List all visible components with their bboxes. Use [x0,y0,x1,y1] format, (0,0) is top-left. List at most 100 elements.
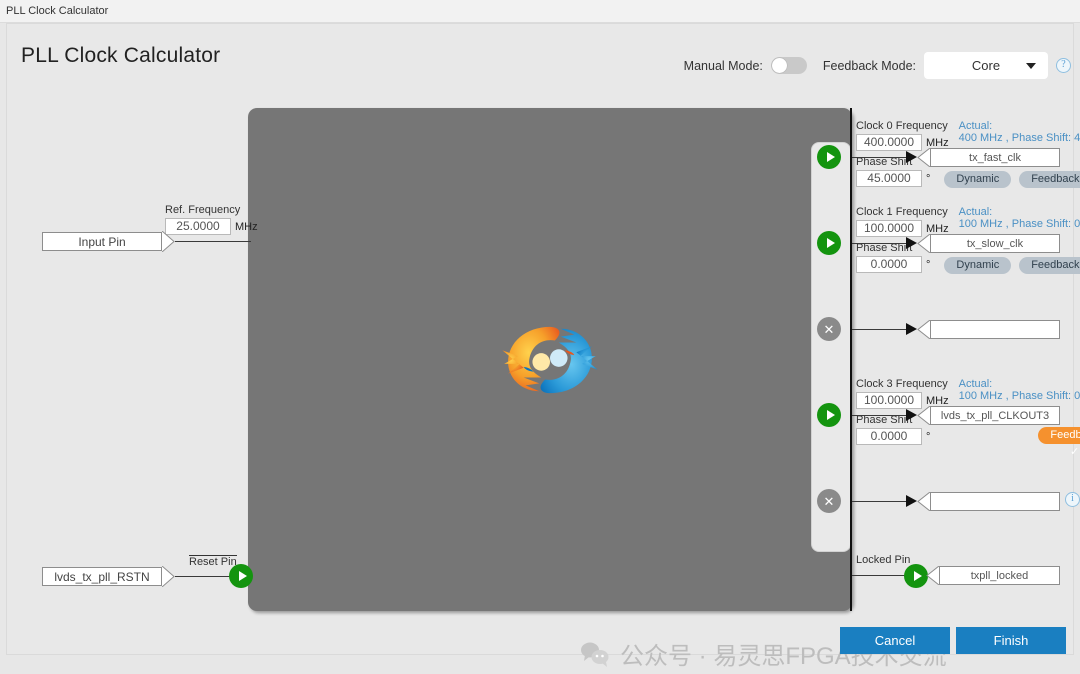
clock-3-enable-toggle[interactable] [817,403,841,427]
input-pin-label[interactable]: Input Pin [42,232,162,251]
locked-pin-label-group: Locked Pin [856,554,910,566]
clock-1-frequency-unit: MHz [926,223,949,235]
clock-1-actual-label: Actual: [959,206,1080,218]
clock-0-wire [852,157,908,158]
locked-output-pin[interactable]: txpll_locked [926,566,1060,585]
efinix-logo-icon [496,321,604,399]
clock-0-dynamic-button[interactable]: Dynamic [944,171,1011,188]
clock-0-enable-toggle[interactable] [817,145,841,169]
clock-4-wire [852,501,908,502]
play-icon [827,152,835,162]
clock-3-wire [852,415,908,416]
chevron-down-icon [1026,63,1036,69]
clock-2-pin-name[interactable] [930,320,1060,339]
manual-mode-label: Manual Mode: [684,59,763,73]
close-icon: ✕ [824,495,835,508]
input-wire [175,241,251,242]
clock-0-frequency-label: Clock 0 Frequency [856,120,949,132]
reset-pin-enable-toggle[interactable] [229,564,253,588]
close-icon: ✕ [824,323,835,336]
clock-1-phase-input[interactable]: 0.0000 [856,256,922,273]
clock-0-pin-name[interactable]: tx_fast_clk [930,148,1060,167]
ref-frequency-group: Ref. Frequency 25.0000 MHz [165,204,258,235]
clock-4-enable-toggle[interactable]: ✕ [817,489,841,513]
clock-2-arrow-icon [906,323,917,335]
clock-1-arrow-icon [906,237,917,249]
locked-pin-enable-toggle[interactable] [904,564,928,588]
clock-0-actual-value: 400 MHz , Phase Shift: 45° [959,132,1080,144]
play-icon [827,238,835,248]
locked-pin-name[interactable]: txpll_locked [939,566,1060,585]
clock-1-pin-name[interactable]: tx_slow_clk [930,234,1060,253]
clock-3-feedback-button[interactable]: Feedback ✓ [1038,427,1080,444]
clock-3-phase-unit: ° [926,431,930,443]
input-pin[interactable]: Input Pin [42,231,175,252]
clock-0-frequency-input[interactable]: 400.0000 [856,134,922,151]
clock-4-arrow-icon [906,495,917,507]
clock-4-pin-name[interactable] [930,492,1060,511]
ref-frequency-label: Ref. Frequency [165,204,258,216]
clock-2-wire [852,329,908,330]
reset-wire [175,576,235,577]
clock-1-enable-toggle[interactable] [817,231,841,255]
finish-button[interactable]: Finish [956,627,1066,654]
clock-0-phase-unit: ° [926,173,930,185]
clock-3-frequency-input[interactable]: 100.0000 [856,392,922,409]
clock-1-frequency-label: Clock 1 Frequency [856,206,949,218]
play-icon [914,571,922,581]
reset-pin[interactable]: lvds_tx_pll_RSTN [42,566,175,587]
clock-3-actual-label: Actual: [959,378,1080,390]
clock-0-output-pin[interactable]: tx_fast_clk [917,148,1060,167]
clock-0-frequency-unit: MHz [926,137,949,149]
clock-1-output-pin[interactable]: tx_slow_clk [917,234,1060,253]
header-controls: Manual Mode: Feedback Mode: Core ? [684,52,1071,79]
pin-notch-icon [917,320,931,339]
pll-block [248,108,852,611]
clock-3-frequency-unit: MHz [926,395,949,407]
pin-notch-icon [917,148,931,167]
pin-notch-icon [917,492,931,511]
locked-pin-label: Locked Pin [856,554,910,566]
clock-4-output-pin[interactable] [917,492,1060,511]
clock-0-actual-label: Actual: [959,120,1080,132]
manual-mode-toggle[interactable] [771,57,807,74]
help-circle-icon[interactable]: ? [1056,58,1071,73]
reset-pin-label: Reset Pin [189,555,237,568]
clock-3-frequency-label: Clock 3 Frequency [856,378,949,390]
clock-1-feedback-button[interactable]: Feedback [1019,257,1080,274]
window-title-bar: PLL Clock Calculator [0,0,1080,23]
clock-0-feedback-button[interactable]: Feedback [1019,171,1080,188]
locked-wire [852,575,907,576]
cancel-button[interactable]: Cancel [840,627,950,654]
pin-notch-icon [917,406,931,425]
clock-3-actual-value: 100 MHz , Phase Shift: 0° [959,390,1080,402]
play-icon [239,571,247,581]
feedback-mode-value: Core [972,58,1000,73]
clock-3-phase-input[interactable]: 0.0000 [856,428,922,445]
reset-pin-label-group: Reset Pin [189,555,237,568]
pin-notch-icon [917,234,931,253]
clock-3-output-pin[interactable]: lvds_tx_pll_CLKOUT3 [917,406,1060,425]
window-title: PLL Clock Calculator [6,5,108,17]
ref-frequency-unit: MHz [235,221,258,233]
info-circle-icon[interactable]: i [1065,492,1080,507]
clock-0-phase-input[interactable]: 45.0000 [856,170,922,187]
app-body: PLL Clock Calculator Manual Mode: Feedba… [0,23,1080,674]
clock-1-dynamic-button[interactable]: Dynamic [944,257,1011,274]
clock-1-frequency-input[interactable]: 100.0000 [856,220,922,237]
clock-2-enable-toggle[interactable]: ✕ [817,317,841,341]
dialog-panel: PLL Clock Calculator Manual Mode: Feedba… [6,23,1074,655]
pin-point-icon [162,231,175,252]
output-bus-line [850,108,852,611]
reset-pin-name[interactable]: lvds_tx_pll_RSTN [42,567,162,586]
clock-1-phase-unit: ° [926,259,930,271]
page-title: PLL Clock Calculator [21,44,220,68]
play-icon [827,410,835,420]
clock-0-arrow-icon [906,151,917,163]
clock-3-pin-name[interactable]: lvds_tx_pll_CLKOUT3 [930,406,1060,425]
clock-3-arrow-icon [906,409,917,421]
toggle-knob [772,58,787,73]
clock-2-output-pin[interactable] [917,320,1060,339]
feedback-mode-label: Feedback Mode: [823,59,916,73]
feedback-mode-select[interactable]: Core [924,52,1048,79]
